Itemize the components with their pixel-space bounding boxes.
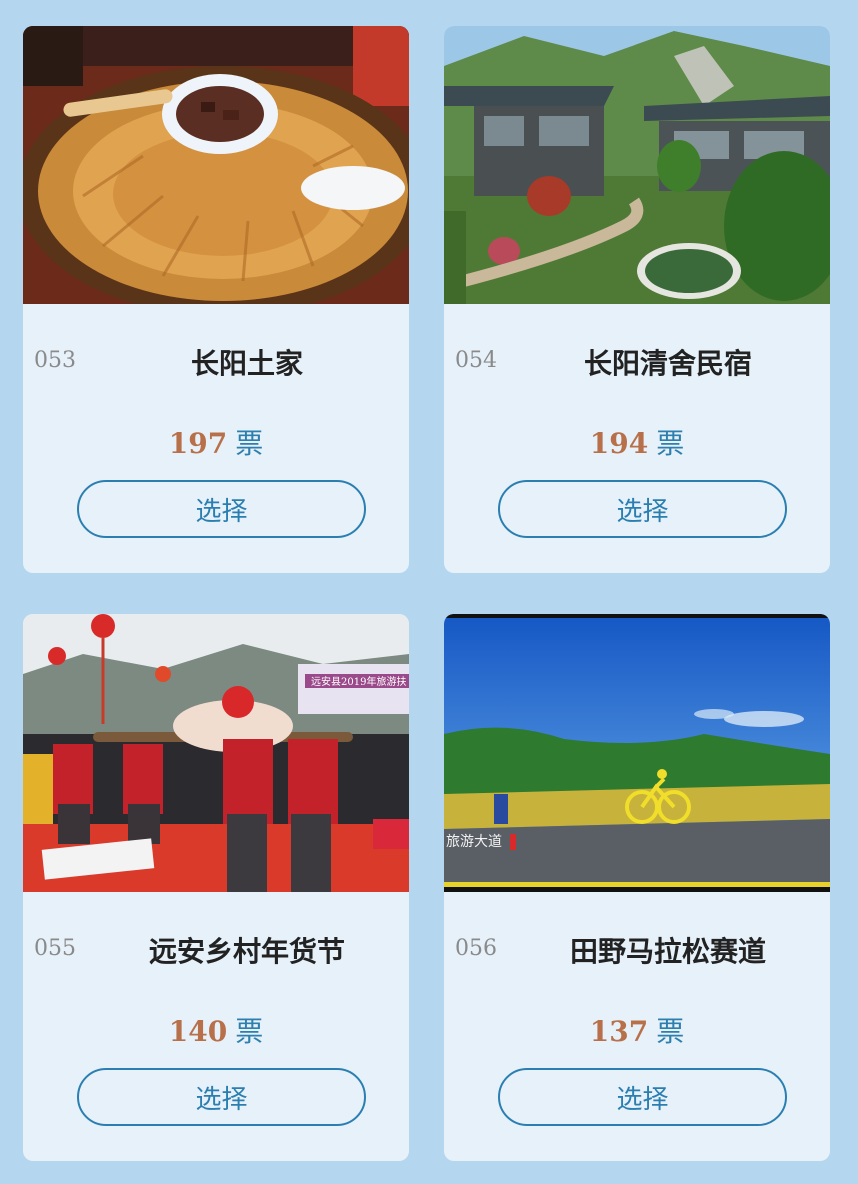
vote-count: 197 票: [23, 422, 409, 462]
select-button[interactable]: 选择: [77, 1068, 366, 1126]
candidate-name: 长阳清舍民宿: [583, 347, 752, 380]
candidate-name: 远安乡村年货节: [148, 935, 345, 968]
candidate-number: 054: [455, 348, 497, 373]
candidate-card: 054 长阳清舍民宿 194 票 选择: [444, 26, 830, 573]
vote-unit: 票: [656, 427, 685, 460]
candidate-name: 田野马拉松赛道: [569, 935, 766, 968]
vote-count: 194 票: [444, 422, 830, 462]
select-button[interactable]: 选择: [498, 1068, 787, 1126]
candidate-name: 长阳土家: [190, 347, 303, 380]
vote-number: 194: [589, 427, 649, 460]
candidate-number: 056: [455, 936, 497, 961]
candidate-number: 053: [34, 348, 76, 373]
vote-number: 137: [589, 1015, 649, 1048]
vote-count: 140 票: [23, 1010, 409, 1050]
vote-unit: 票: [656, 1015, 685, 1048]
candidate-number: 055: [34, 936, 76, 961]
vote-number: 197: [168, 427, 228, 460]
candidate-grid: 053 长阳土家 197 票 选择 054 长阳清舍民宿 194 票 选择 远安…: [0, 0, 858, 1184]
candidate-card: 远安县2019年旅游扶 055 远安乡村年货节 140 票 选择: [23, 614, 409, 1161]
candidate-photo-food: [23, 26, 409, 304]
candidate-photo-guesthouse: [444, 26, 830, 304]
festival-banner-text: 远安县2019年旅游扶: [311, 675, 406, 688]
vote-unit: 票: [235, 427, 264, 460]
candidate-photo-festival: 远安县2019年旅游扶: [23, 614, 409, 892]
select-button[interactable]: 选择: [77, 480, 366, 538]
candidate-photo-marathon-track: 旅游大道: [444, 614, 830, 892]
track-sign-text: 旅游大道: [446, 834, 502, 850]
vote-unit: 票: [235, 1015, 264, 1048]
vote-number: 140: [168, 1015, 228, 1048]
candidate-card: 旅游大道 056 田野马拉松赛道 137 票 选择: [444, 614, 830, 1161]
select-button[interactable]: 选择: [498, 480, 787, 538]
vote-count: 137 票: [444, 1010, 830, 1050]
candidate-card: 053 长阳土家 197 票 选择: [23, 26, 409, 573]
